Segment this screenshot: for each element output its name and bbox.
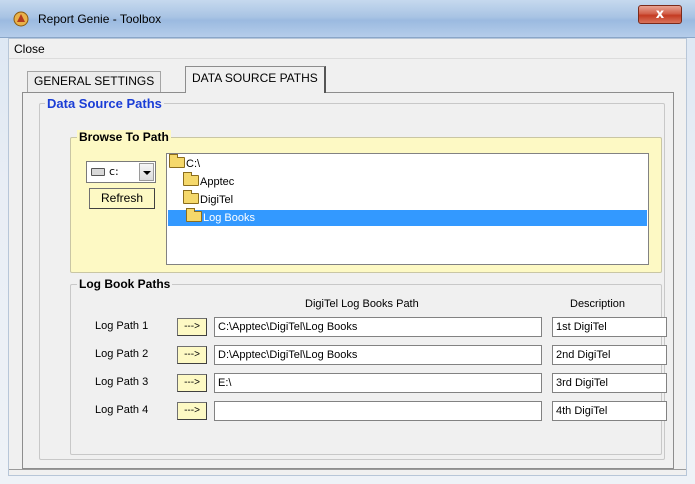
- description-column-header: Description: [570, 298, 626, 310]
- log-book-paths-group: Log Book Paths DigiTel Log Books Path De…: [70, 277, 667, 455]
- browse-to-path-legend: Browse To Path: [77, 130, 171, 144]
- tab-panel-data-source-paths: Data Source Paths Browse To Path c: Refr…: [22, 92, 674, 469]
- menu-bar: Close: [9, 39, 686, 59]
- log-path-3-input[interactable]: E:\: [214, 373, 542, 393]
- window-close-button[interactable]: x: [638, 5, 682, 24]
- log-path-4-input[interactable]: [214, 401, 542, 421]
- drive-icon: [91, 168, 105, 176]
- chevron-down-icon[interactable]: [139, 163, 154, 181]
- log-path-label: Log Path 4: [95, 404, 149, 416]
- folder-open-icon: [186, 208, 202, 222]
- data-source-paths-group: Data Source Paths Browse To Path c: Refr…: [39, 96, 667, 460]
- folder-open-icon: [169, 154, 185, 168]
- directory-item[interactable]: DigiTel: [183, 190, 234, 208]
- log-path-1-input[interactable]: C:\Apptec\DigiTel\Log Books: [214, 317, 542, 337]
- log-path-2-set-button[interactable]: --->: [177, 346, 207, 364]
- app-window: Report Genie - Toolbox x Close GENERAL S…: [0, 0, 695, 484]
- drive-value: c:: [109, 165, 119, 178]
- log-path-2-description[interactable]: 2nd DigiTel: [552, 345, 667, 365]
- log-path-1-set-button[interactable]: --->: [177, 318, 207, 336]
- drive-select[interactable]: c:: [86, 161, 156, 183]
- folder-open-icon: [183, 190, 199, 204]
- data-source-paths-legend: Data Source Paths: [45, 96, 164, 111]
- log-path-label: Log Path 3: [95, 376, 149, 388]
- log-path-4-set-button[interactable]: --->: [177, 402, 207, 420]
- menu-close[interactable]: Close: [14, 42, 45, 56]
- refresh-button[interactable]: Refresh: [89, 188, 155, 209]
- status-divider: [9, 469, 686, 470]
- log-book-paths-legend: Log Book Paths: [77, 277, 173, 291]
- log-path-label: Log Path 1: [95, 320, 149, 332]
- log-path-2-input[interactable]: D:\Apptec\DigiTel\Log Books: [214, 345, 542, 365]
- directory-item[interactable]: C:\: [169, 154, 201, 172]
- directory-list[interactable]: C:\ Apptec DigiTel Log Books: [166, 153, 649, 265]
- log-path-3-description[interactable]: 3rd DigiTel: [552, 373, 667, 393]
- client-area: Close GENERAL SETTINGS DATA SOURCE PATHS…: [8, 38, 687, 476]
- log-path-label: Log Path 2: [95, 348, 149, 360]
- directory-item-selected[interactable]: Log Books: [168, 208, 647, 226]
- log-path-1-description[interactable]: 1st DigiTel: [552, 317, 667, 337]
- directory-label: C:\: [186, 158, 201, 170]
- log-path-4-description[interactable]: 4th DigiTel: [552, 401, 667, 421]
- tab-general-settings[interactable]: GENERAL SETTINGS: [27, 71, 162, 92]
- directory-label: Log Books: [203, 212, 255, 224]
- tab-data-source-paths[interactable]: DATA SOURCE PATHS: [185, 66, 326, 93]
- title-bar[interactable]: Report Genie - Toolbox x: [0, 0, 695, 38]
- app-icon: [13, 11, 29, 27]
- log-path-3-set-button[interactable]: --->: [177, 374, 207, 392]
- browse-to-path-group: Browse To Path c: Refresh C:\ Apptec Dig…: [70, 130, 662, 273]
- directory-item[interactable]: Apptec: [183, 172, 235, 190]
- directory-label: Apptec: [200, 176, 235, 188]
- window-title: Report Genie - Toolbox: [38, 12, 162, 26]
- path-column-header: DigiTel Log Books Path: [305, 298, 419, 310]
- folder-open-icon: [183, 172, 199, 186]
- directory-label: DigiTel: [200, 194, 234, 206]
